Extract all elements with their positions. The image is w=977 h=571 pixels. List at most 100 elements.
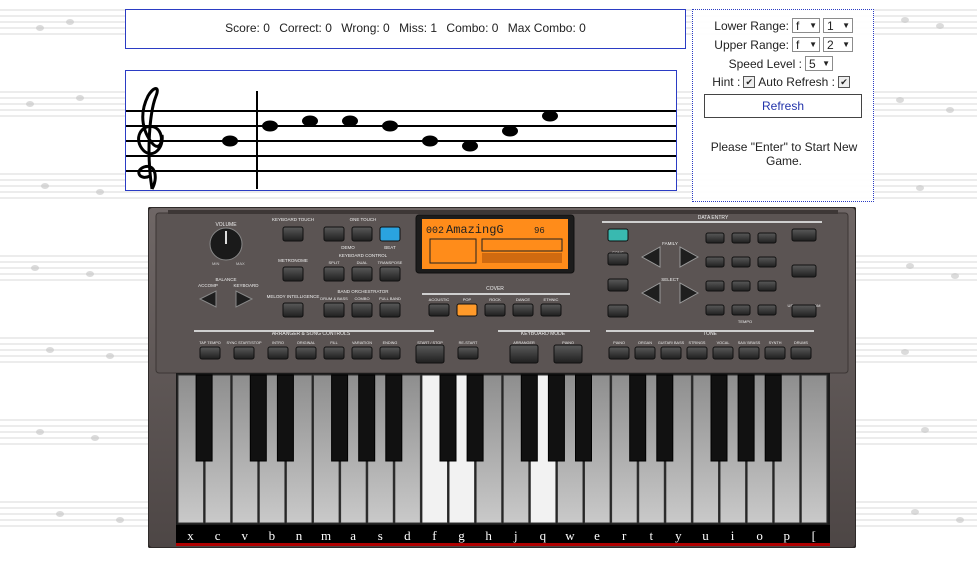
black-key[interactable] bbox=[249, 374, 267, 462]
key-shortcut-label: s bbox=[378, 528, 383, 543]
keypad-4-button[interactable] bbox=[705, 256, 725, 268]
keyboard-touch-button[interactable] bbox=[282, 226, 304, 242]
transpose-button[interactable] bbox=[379, 266, 401, 282]
tone-sax-label: SAX/ BRASS bbox=[738, 341, 761, 345]
tone-synth-button[interactable] bbox=[764, 346, 786, 360]
disk-button[interactable] bbox=[791, 264, 817, 278]
miss-count: Miss: 1 bbox=[399, 21, 438, 35]
black-key[interactable] bbox=[547, 374, 565, 462]
auto-refresh-checkbox[interactable]: ✔ bbox=[838, 76, 850, 88]
keypad-3-button[interactable] bbox=[757, 232, 777, 244]
black-key[interactable] bbox=[385, 374, 403, 462]
combo-button[interactable] bbox=[351, 302, 373, 318]
speed-level-select[interactable]: 5 ▼ bbox=[805, 56, 833, 71]
data-entry-label: DATA ENTRY bbox=[698, 215, 729, 221]
black-key[interactable] bbox=[737, 374, 755, 462]
black-key[interactable] bbox=[629, 374, 647, 462]
tone-vocal-label: VOCAL bbox=[717, 341, 730, 345]
full-band-button[interactable] bbox=[379, 302, 401, 318]
chevron-down-icon: ▼ bbox=[809, 40, 817, 49]
tone-select-button[interactable] bbox=[607, 304, 629, 318]
variation-button[interactable] bbox=[351, 346, 373, 360]
black-key[interactable] bbox=[276, 374, 294, 462]
max-combo-count: Max Combo: 0 bbox=[507, 21, 586, 35]
tone-piano-button[interactable] bbox=[608, 346, 630, 360]
lower-octave-select[interactable]: 1 ▼ bbox=[823, 18, 853, 33]
black-key[interactable] bbox=[710, 374, 728, 462]
cover-ethnic-button[interactable] bbox=[540, 303, 562, 317]
dual-button[interactable] bbox=[351, 266, 373, 282]
cover-acoustic-button[interactable] bbox=[428, 303, 450, 317]
keypad-5-button[interactable] bbox=[731, 256, 751, 268]
key-shortcut-label: j bbox=[513, 528, 518, 543]
keypad-1-button[interactable] bbox=[705, 232, 725, 244]
intro-button[interactable] bbox=[267, 346, 289, 360]
sync-start-button[interactable] bbox=[233, 346, 255, 360]
key-shortcut-label: e bbox=[594, 528, 600, 543]
cover-dance-button[interactable] bbox=[512, 303, 534, 317]
chevron-down-icon: ▼ bbox=[809, 21, 817, 30]
restart-button[interactable] bbox=[457, 346, 479, 360]
tempo-up-button[interactable] bbox=[757, 304, 777, 316]
black-key[interactable] bbox=[466, 374, 484, 462]
cover-rock-button[interactable] bbox=[484, 303, 506, 317]
lcd-tempo: 96 bbox=[534, 226, 545, 236]
black-key[interactable] bbox=[195, 374, 213, 462]
demo-label: DEMO bbox=[341, 245, 355, 250]
black-key[interactable] bbox=[575, 374, 592, 462]
one-touch-2-button[interactable] bbox=[351, 226, 373, 242]
keypad-7-button[interactable] bbox=[705, 280, 725, 292]
keypad-6-button[interactable] bbox=[757, 256, 777, 268]
melody-intelligence-button[interactable] bbox=[282, 302, 304, 318]
tone-drums-button[interactable] bbox=[790, 346, 812, 360]
display-mode-button[interactable] bbox=[607, 228, 629, 242]
piano-mode-label: PIANO bbox=[562, 341, 574, 345]
tap-tempo-button[interactable] bbox=[199, 346, 221, 360]
one-touch-label: ONE TOUCH bbox=[350, 217, 377, 222]
white-key[interactable] bbox=[800, 374, 828, 524]
lower-range-label: Lower Range: bbox=[714, 18, 789, 33]
upper-octave-select[interactable]: 2 ▼ bbox=[823, 37, 853, 52]
tone-guitar-button[interactable] bbox=[660, 346, 682, 360]
original-button[interactable] bbox=[295, 346, 317, 360]
fill-button[interactable] bbox=[323, 346, 345, 360]
metronome-button[interactable] bbox=[282, 266, 304, 282]
one-touch-1-button[interactable] bbox=[323, 226, 345, 242]
piano-mode-button[interactable] bbox=[553, 344, 583, 364]
split-button[interactable] bbox=[323, 266, 345, 282]
lower-note-select[interactable]: f ▼ bbox=[792, 18, 820, 33]
hint-checkbox[interactable]: ✔ bbox=[743, 76, 756, 88]
keypad-0-button[interactable] bbox=[705, 304, 725, 316]
black-key[interactable] bbox=[331, 374, 349, 462]
tone-synth-label: SYNTH bbox=[769, 341, 782, 345]
keypad-8-button[interactable] bbox=[731, 280, 751, 292]
family-label: FAMILY bbox=[662, 241, 678, 246]
tone-vocal-button[interactable] bbox=[712, 346, 734, 360]
arranger-mode-button[interactable] bbox=[509, 344, 539, 364]
black-key[interactable] bbox=[520, 374, 538, 462]
style-button[interactable] bbox=[607, 278, 629, 292]
split-label: SPLIT bbox=[328, 260, 340, 265]
black-key[interactable] bbox=[656, 374, 674, 462]
tempo-down-button[interactable] bbox=[731, 304, 751, 316]
black-key[interactable] bbox=[764, 374, 782, 462]
black-key[interactable] bbox=[439, 374, 457, 462]
tone-sax-button[interactable] bbox=[738, 346, 760, 360]
refresh-button[interactable]: Refresh bbox=[704, 94, 862, 118]
keypad-2-button[interactable] bbox=[731, 232, 751, 244]
black-key[interactable] bbox=[358, 374, 376, 462]
cover-pop-button[interactable] bbox=[456, 303, 478, 317]
function-button[interactable] bbox=[791, 228, 817, 242]
song-button[interactable] bbox=[607, 252, 629, 266]
keypad-9-button[interactable] bbox=[757, 280, 777, 292]
ending-button[interactable] bbox=[379, 346, 401, 360]
upper-note-select[interactable]: f ▼ bbox=[792, 37, 820, 52]
cover-dance-label: DANCE bbox=[516, 297, 530, 302]
tone-organ-button[interactable] bbox=[634, 346, 656, 360]
user-program-button[interactable] bbox=[791, 304, 817, 318]
beat-button[interactable] bbox=[379, 226, 401, 242]
start-stop-button[interactable] bbox=[415, 344, 445, 364]
key-shortcut-label: q bbox=[540, 528, 547, 543]
tone-strings-button[interactable] bbox=[686, 346, 708, 360]
drum-bass-button[interactable] bbox=[323, 302, 345, 318]
